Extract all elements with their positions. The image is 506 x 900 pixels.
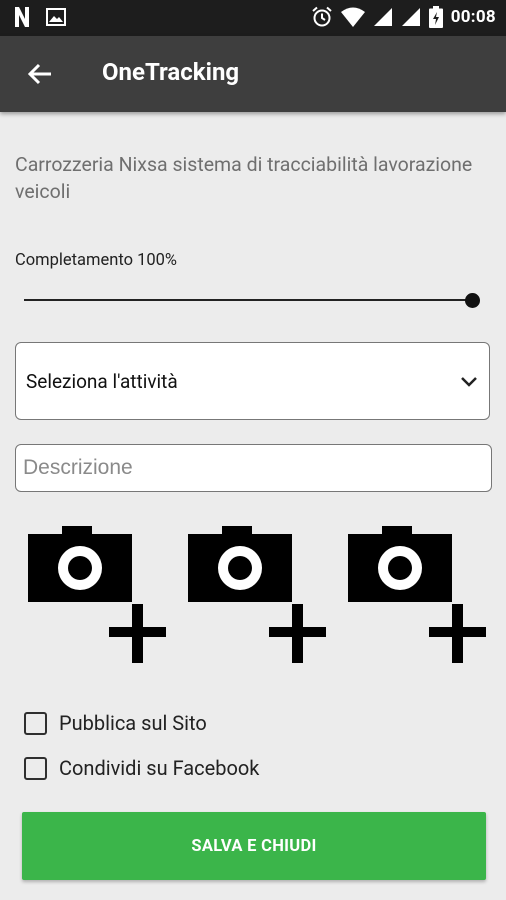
checkbox-label: Pubblica sul Sito bbox=[59, 711, 207, 735]
activity-select[interactable]: Seleziona l'attività bbox=[15, 342, 490, 420]
arrow-left-icon bbox=[27, 63, 51, 85]
add-photo-icon bbox=[28, 526, 166, 663]
add-photo-icon bbox=[348, 526, 486, 663]
app-bar: OneTracking bbox=[0, 36, 506, 112]
netflix-icon bbox=[15, 7, 29, 27]
wifi-icon bbox=[340, 7, 365, 27]
save-and-close-button[interactable]: SALVA E CHIUDI bbox=[22, 812, 486, 880]
signal-icon bbox=[373, 8, 392, 26]
slider-track bbox=[24, 299, 473, 301]
save-button-label: SALVA E CHIUDI bbox=[191, 836, 317, 856]
battery-charging-icon bbox=[428, 6, 443, 28]
add-photo-icon bbox=[188, 526, 326, 663]
app-description: Carrozzeria Nixsa sistema di tracciabili… bbox=[15, 153, 473, 203]
description-input[interactable] bbox=[15, 444, 492, 492]
chevron-down-icon bbox=[461, 377, 477, 387]
progress-slider[interactable] bbox=[24, 290, 482, 312]
add-photo-button-1[interactable] bbox=[26, 523, 168, 668]
publish-site-checkbox[interactable]: Pubblica sul Sito bbox=[24, 711, 207, 735]
activity-select-value: Seleziona l'attività bbox=[26, 370, 178, 393]
checkbox[interactable] bbox=[24, 711, 47, 735]
status-time: 00:08 bbox=[450, 7, 496, 27]
checkbox-label: Condividi su Facebook bbox=[59, 756, 260, 780]
status-bar: 00:08 bbox=[0, 0, 506, 36]
image-icon bbox=[46, 8, 66, 26]
checkbox[interactable] bbox=[24, 756, 47, 780]
slider-thumb[interactable] bbox=[465, 293, 480, 308]
share-facebook-checkbox[interactable]: Condividi su Facebook bbox=[24, 756, 259, 780]
alarm-icon bbox=[312, 6, 332, 27]
app-title: OneTracking bbox=[102, 58, 240, 86]
signal-icon bbox=[401, 8, 420, 26]
add-photo-button-3[interactable] bbox=[346, 523, 488, 668]
back-button[interactable] bbox=[24, 58, 56, 90]
progress-label: Completamento 100% bbox=[15, 251, 177, 270]
add-photo-button-2[interactable] bbox=[186, 523, 328, 668]
